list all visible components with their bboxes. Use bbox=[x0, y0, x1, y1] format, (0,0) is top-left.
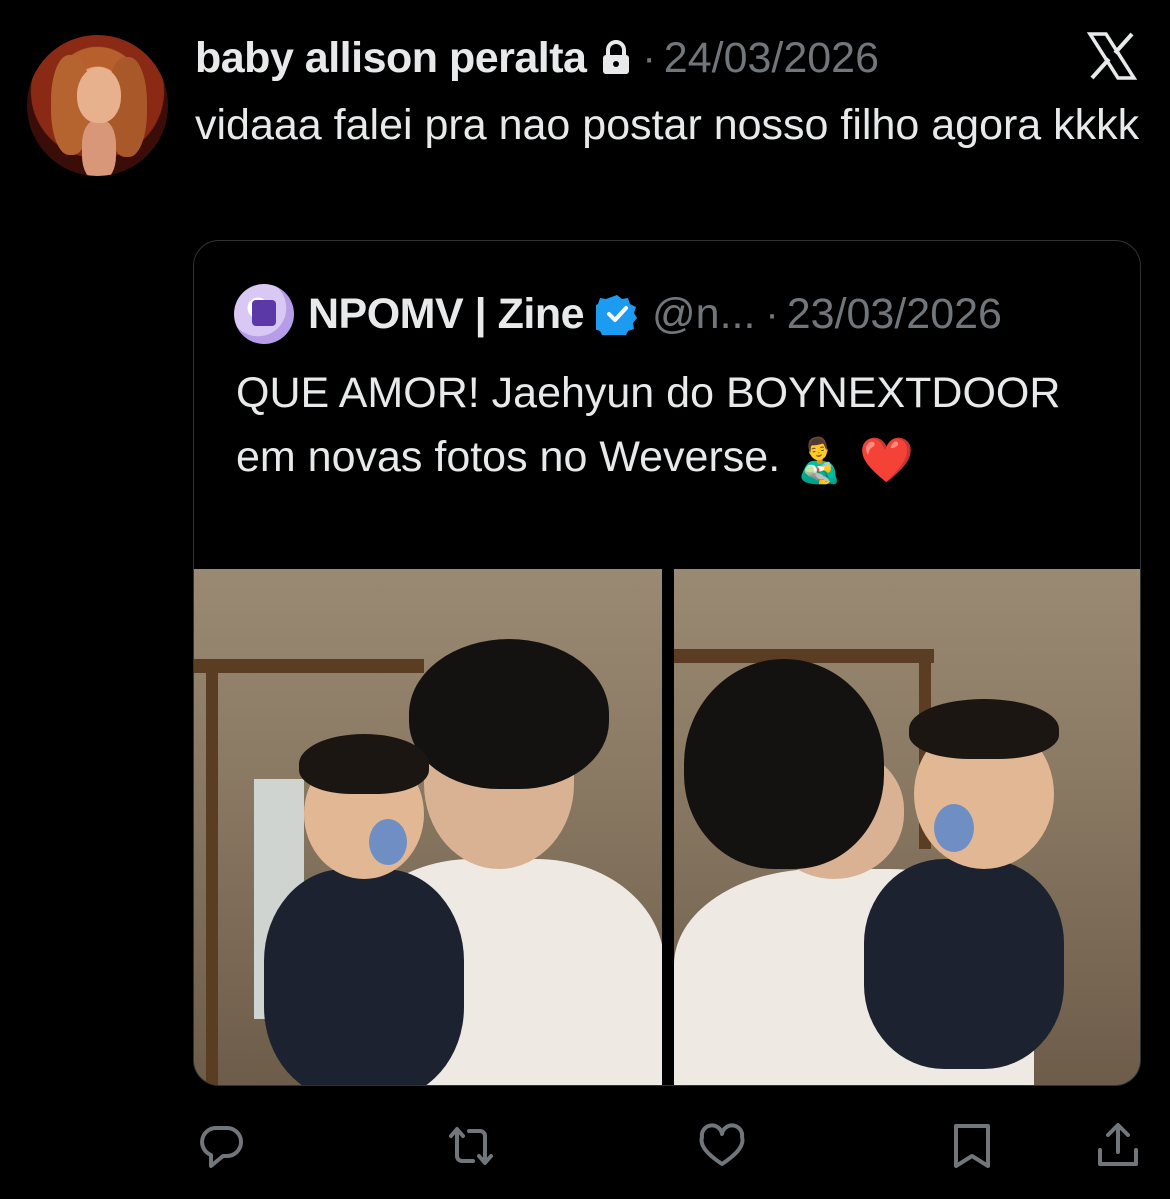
photo-hair bbox=[684, 659, 884, 869]
quoted-tweet-body: QUE AMOR! Jaehyun do BOYNEXTDOOR em nova… bbox=[236, 369, 1061, 481]
tweet-action-bar bbox=[0, 1110, 1170, 1180]
photo-pacifier bbox=[934, 804, 974, 852]
photo-door-frame bbox=[194, 659, 424, 673]
verified-badge-icon bbox=[591, 293, 638, 338]
quoted-tweet-header: NPOMV | Zine @n... · 23/03/2026 bbox=[234, 284, 1002, 344]
quoted-author-avatar[interactable] bbox=[234, 284, 294, 344]
photo-door-frame bbox=[206, 669, 218, 1085]
quoted-tweet-text: QUE AMOR! Jaehyun do BOYNEXTDOOR em nova… bbox=[236, 361, 1096, 493]
separator-dot: · bbox=[642, 35, 656, 80]
separator-dot: · bbox=[765, 291, 779, 336]
quoted-author-name[interactable]: NPOMV | Zine bbox=[308, 290, 585, 339]
avatar-face bbox=[77, 67, 121, 123]
tweet-date[interactable]: 24/03/2026 bbox=[664, 34, 879, 83]
x-logo-icon[interactable] bbox=[1086, 30, 1138, 82]
lock-icon bbox=[600, 40, 632, 76]
avatar-neck bbox=[82, 120, 116, 176]
tweet-text: vidaaa falei pra nao postar nosso filho … bbox=[195, 101, 1140, 149]
retweet-icon[interactable] bbox=[443, 1118, 499, 1174]
quoted-tweet-date[interactable]: 23/03/2026 bbox=[787, 290, 1002, 339]
photo-baby-body bbox=[864, 859, 1064, 1069]
media-photo-2[interactable] bbox=[674, 569, 1140, 1085]
avatar-logo bbox=[252, 300, 276, 326]
like-icon[interactable] bbox=[694, 1118, 750, 1174]
media-photo-1[interactable] bbox=[194, 569, 662, 1085]
media-grid bbox=[194, 569, 1140, 1085]
photo-pacifier bbox=[369, 819, 407, 865]
quoted-tweet-emojis: 👨‍🍼 ❤️ bbox=[792, 436, 914, 485]
quoted-tweet-card[interactable]: NPOMV | Zine @n... · 23/03/2026 QUE AMOR… bbox=[193, 240, 1141, 1086]
reply-icon[interactable] bbox=[193, 1118, 249, 1174]
photo-baby-body bbox=[264, 869, 464, 1085]
tweet-header: baby allison peralta · 24/03/2026 bbox=[195, 30, 879, 86]
photo-hair bbox=[409, 639, 609, 789]
quoted-author-handle[interactable]: @n... bbox=[652, 290, 755, 339]
share-icon[interactable] bbox=[1090, 1118, 1146, 1174]
author-name[interactable]: baby allison peralta bbox=[195, 34, 587, 83]
bookmark-icon[interactable] bbox=[944, 1118, 1000, 1174]
author-avatar[interactable] bbox=[27, 35, 168, 176]
photo-baby-hair bbox=[299, 734, 429, 794]
photo-baby-hair bbox=[909, 699, 1059, 759]
